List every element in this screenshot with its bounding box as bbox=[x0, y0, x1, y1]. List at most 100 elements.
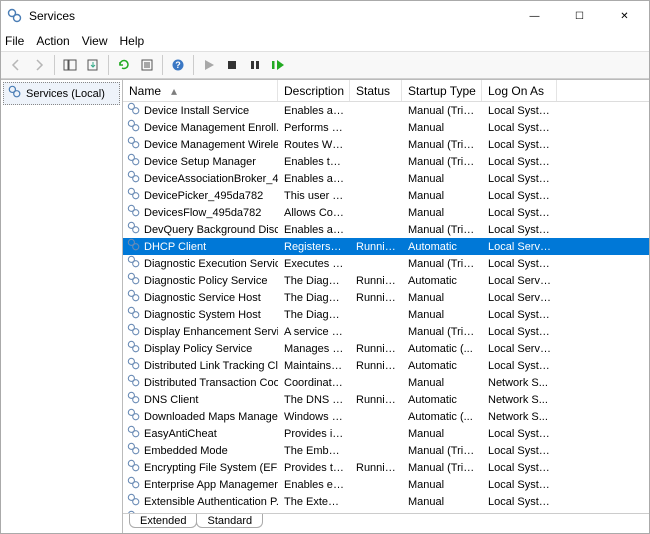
service-list[interactable]: Device Install Service Enables a c... Manu… bbox=[123, 102, 649, 513]
service-row[interactable]: DHCP ClientRegisters an...RunningAutomat… bbox=[123, 238, 649, 255]
minimize-button[interactable]: — bbox=[512, 2, 557, 30]
service-startup-type: Automatic bbox=[402, 241, 482, 253]
stop-service-button[interactable] bbox=[221, 54, 243, 76]
service-row[interactable]: Display Enhancement ServiceA service fo.… bbox=[123, 323, 649, 340]
maximize-button[interactable]: ☐ bbox=[557, 2, 602, 30]
service-row[interactable]: Device Setup ManagerEnables the ...Manua… bbox=[123, 153, 649, 170]
service-logon-as: Local Syste... bbox=[482, 190, 557, 202]
service-name: Embedded Mode bbox=[144, 445, 228, 457]
service-row[interactable]: DeviceAssociationBroker_49...Enables app… bbox=[123, 170, 649, 187]
service-description: Enables a c... bbox=[278, 105, 350, 117]
service-row[interactable]: Diagnostic Service HostThe Diagno...Runn… bbox=[123, 289, 649, 306]
service-name: Extensible Authentication P... bbox=[144, 496, 278, 508]
service-icon bbox=[127, 459, 141, 476]
column-name[interactable]: Name ▴ bbox=[123, 80, 278, 101]
service-description: Windows se... bbox=[278, 411, 350, 423]
service-row[interactable]: EasyAntiCheatProvides int...ManualLocal … bbox=[123, 425, 649, 442]
service-logon-as: Local Syste... bbox=[482, 445, 557, 457]
service-row[interactable]: DevicePicker_495da782This user ser...Man… bbox=[123, 187, 649, 204]
toolbar-separator bbox=[108, 55, 109, 75]
service-row[interactable]: Display Policy ServiceManages th...Runni… bbox=[123, 340, 649, 357]
menu-help[interactable]: Help bbox=[120, 34, 145, 48]
service-name-cell: DevQuery Background Disc... bbox=[123, 221, 278, 238]
service-row[interactable]: Diagnostic System HostThe Diagno...Manua… bbox=[123, 306, 649, 323]
service-name-cell: DevicesFlow_495da782 bbox=[123, 204, 278, 221]
service-description: Executes di... bbox=[278, 258, 350, 270]
properties-button[interactable] bbox=[136, 54, 158, 76]
forward-button bbox=[28, 54, 50, 76]
titlebar: Services — ☐ ✕ bbox=[1, 1, 649, 31]
service-name: Display Policy Service bbox=[144, 343, 252, 355]
service-logon-as: Local Syste... bbox=[482, 428, 557, 440]
tree-pane: Services (Local) bbox=[1, 80, 123, 533]
column-description[interactable]: Description bbox=[278, 80, 350, 101]
service-status: Running bbox=[350, 292, 402, 304]
service-startup-type: Manual (Trig... bbox=[402, 326, 482, 338]
service-description: This user ser... bbox=[278, 190, 350, 202]
service-row[interactable]: Device Install Service Enables a c... Manu… bbox=[123, 102, 649, 119]
menu-file[interactable]: File bbox=[5, 34, 24, 48]
service-startup-type: Manual (Trig... bbox=[402, 105, 482, 117]
column-logon-as[interactable]: Log On As bbox=[482, 80, 557, 101]
services-icon bbox=[8, 85, 22, 102]
service-description: Enables app... bbox=[278, 224, 350, 236]
service-logon-as: Local Syste... bbox=[482, 122, 557, 134]
service-name-cell: Device Management Enroll... bbox=[123, 119, 278, 136]
service-row[interactable]: Diagnostic Policy ServiceThe Diagno...Ru… bbox=[123, 272, 649, 289]
close-button[interactable]: ✕ bbox=[602, 2, 647, 30]
menu-action[interactable]: Action bbox=[36, 34, 69, 48]
service-icon bbox=[127, 136, 141, 153]
restart-service-button[interactable] bbox=[267, 54, 289, 76]
service-description: Maintains li... bbox=[278, 360, 350, 372]
tab-standard[interactable]: Standard bbox=[196, 514, 263, 528]
tree-root-services-local[interactable]: Services (Local) bbox=[3, 82, 120, 105]
service-name: Device Install Service bbox=[144, 105, 249, 117]
service-logon-as: Local Syste... bbox=[482, 360, 557, 372]
service-name-cell: Embedded Mode bbox=[123, 442, 278, 459]
service-row[interactable]: Downloaded Maps ManagerWindows se...Auto… bbox=[123, 408, 649, 425]
toolbar-separator bbox=[193, 55, 194, 75]
service-row[interactable]: Encrypting File System (EFS)Provides th.… bbox=[123, 459, 649, 476]
service-icon bbox=[127, 493, 141, 510]
service-startup-type: Automatic bbox=[402, 275, 482, 287]
column-status[interactable]: Status bbox=[350, 80, 402, 101]
service-row[interactable]: Device Management Wirele...Routes Wire..… bbox=[123, 136, 649, 153]
service-logon-as: Local Service bbox=[482, 343, 557, 355]
service-row[interactable]: DNS ClientThe DNS Cli...RunningAutomatic… bbox=[123, 391, 649, 408]
service-row[interactable]: Distributed Transaction Coo...Coordinate… bbox=[123, 374, 649, 391]
service-icon bbox=[127, 323, 141, 340]
refresh-button[interactable] bbox=[113, 54, 135, 76]
export-list-button[interactable] bbox=[82, 54, 104, 76]
service-row[interactable]: Diagnostic Execution ServiceExecutes di.… bbox=[123, 255, 649, 272]
show-hide-tree-button[interactable] bbox=[59, 54, 81, 76]
service-row[interactable]: Distributed Link Tracking Cli...Maintain… bbox=[123, 357, 649, 374]
service-description: Enables the ... bbox=[278, 156, 350, 168]
help-button[interactable]: ? bbox=[167, 54, 189, 76]
pause-service-button[interactable] bbox=[244, 54, 266, 76]
service-description: Provides int... bbox=[278, 428, 350, 440]
service-row[interactable]: Enterprise App Managemen...Enables ent..… bbox=[123, 476, 649, 493]
service-row[interactable]: Embedded ModeThe Embed...Manual (Trig...… bbox=[123, 442, 649, 459]
service-row[interactable]: DevicesFlow_495da782Allows Con...ManualL… bbox=[123, 204, 649, 221]
service-startup-type: Manual (Trig... bbox=[402, 258, 482, 270]
service-row[interactable]: Device Management Enroll...Performs D...… bbox=[123, 119, 649, 136]
service-name: Diagnostic System Host bbox=[144, 309, 261, 321]
service-startup-type: Manual bbox=[402, 377, 482, 389]
service-row[interactable]: DevQuery Background Disc...Enables app..… bbox=[123, 221, 649, 238]
service-name: DeviceAssociationBroker_49... bbox=[144, 173, 278, 185]
service-icon bbox=[127, 221, 141, 238]
service-name: Diagnostic Service Host bbox=[144, 292, 261, 304]
tab-extended[interactable]: Extended bbox=[129, 514, 197, 528]
service-description: A service fo... bbox=[278, 326, 350, 338]
service-logon-as: Local Syste... bbox=[482, 258, 557, 270]
menu-view[interactable]: View bbox=[82, 34, 108, 48]
service-row[interactable]: Extensible Authentication P...The Extens… bbox=[123, 493, 649, 510]
service-description: The Embed... bbox=[278, 445, 350, 457]
service-logon-as: Local Syste... bbox=[482, 326, 557, 338]
service-description: The Diagno... bbox=[278, 309, 350, 321]
service-logon-as: Local Syste... bbox=[482, 173, 557, 185]
service-name-cell: Extensible Authentication P... bbox=[123, 493, 278, 510]
window-buttons: — ☐ ✕ bbox=[512, 2, 647, 30]
service-icon bbox=[127, 374, 141, 391]
column-startup-type[interactable]: Startup Type bbox=[402, 80, 482, 101]
